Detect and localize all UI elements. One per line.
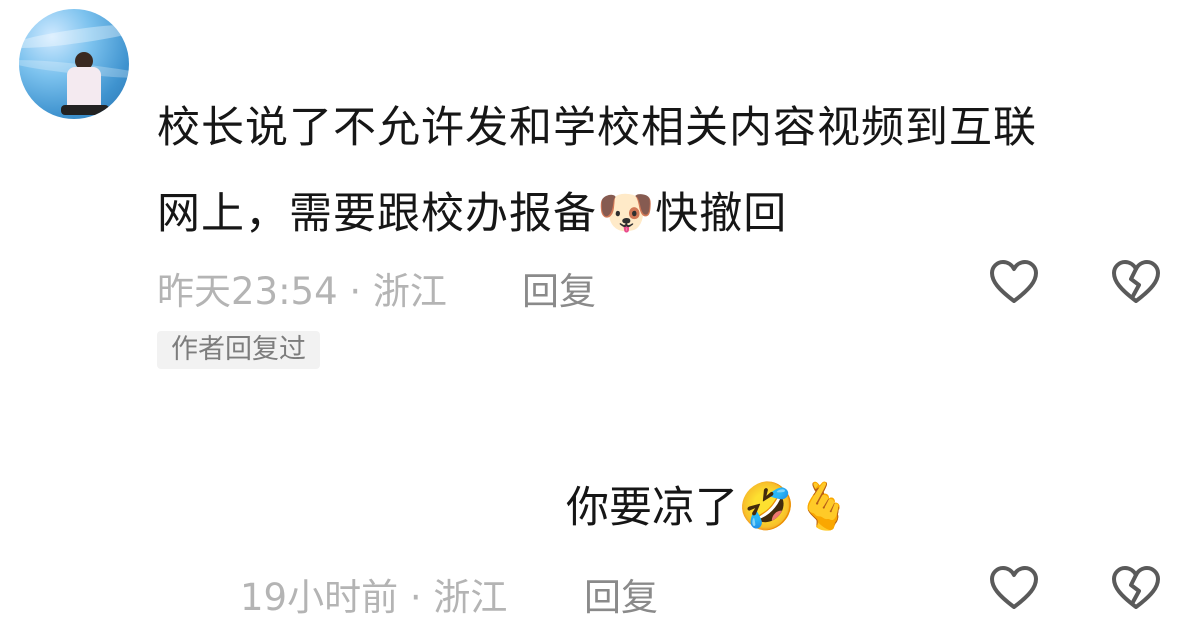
author-replied-badge: 作者回复过 [157,331,320,369]
broken-heart-icon[interactable] [1110,258,1162,306]
heart-outline-icon[interactable] [988,564,1040,612]
comment-line-1: 校长说了不允许发和学校相关内容视频到互联 [157,103,1037,153]
user-avatar[interactable] [19,9,129,119]
finger-heart-emoji: 🫰 [795,479,853,533]
heart-outline-icon[interactable] [988,258,1040,306]
reply-reply-button[interactable]: 回复 [584,567,658,621]
comment-reply-button[interactable]: 回复 [522,261,596,315]
dog-face-emoji: 🐶 [597,185,656,239]
broken-heart-icon[interactable] [1110,564,1162,612]
reply-meta: 19小时前 · 浙江 [240,576,508,619]
comment-line-2: 网上，需要跟校办报备🐶快撤回 [157,185,788,239]
comment-meta: 昨天23:54 · 浙江 [157,270,447,313]
rolling-laughing-emoji: 🤣 [738,479,796,533]
reply-text: 你要凉了🤣🫰 [566,479,853,533]
comment-text: 校长说了不允许发和学校相关内容视频到互联 网上，需要跟校办报备🐶快撤回 [157,86,1167,256]
